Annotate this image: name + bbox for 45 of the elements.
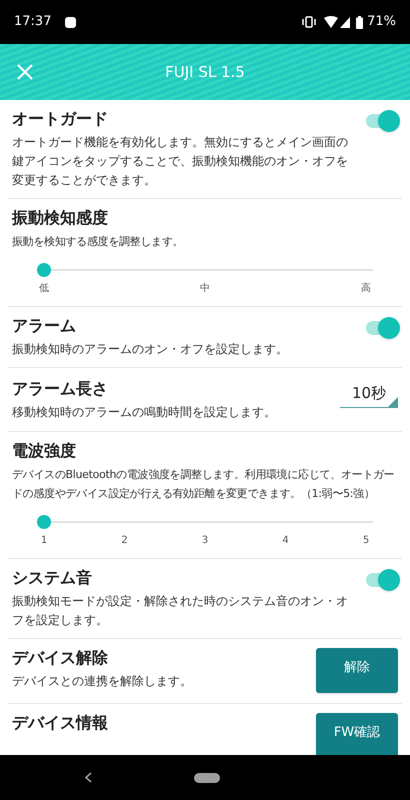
setting-title: アラーム長さ [12, 378, 109, 400]
setting-title: システム音 [12, 567, 93, 589]
slider-tick-label: 低 [38, 282, 50, 296]
slider-track[interactable] [37, 263, 373, 277]
header-title: FUJI SL 1.5 [164, 62, 246, 83]
setting-title: 電波強度 [12, 440, 77, 462]
setting-title: 振動検知感度 [12, 207, 109, 229]
setting-title: アラーム [12, 315, 77, 337]
setting-description: 振動検知時のアラームのオン・オフを設定します。 [12, 341, 289, 358]
back-icon [84, 772, 92, 783]
notification-icon [65, 16, 76, 28]
slider-tick-label: 1 [40, 534, 48, 548]
duration-dropdown[interactable]: 10秒 [340, 380, 398, 408]
slider-tick-label: 4 [281, 534, 290, 548]
home-button[interactable] [194, 772, 220, 782]
slider-thumb[interactable] [37, 515, 51, 529]
action-button[interactable]: FW確認 [316, 713, 398, 755]
toggle-switch[interactable] [364, 110, 400, 132]
setting-description: 移動検知時のアラームの鳴動時間を設定します。 [12, 404, 277, 421]
toggle-switch[interactable] [364, 317, 400, 339]
signal-icon [340, 16, 350, 28]
slider-tick-label: 5 [362, 534, 370, 548]
toggle-switch[interactable] [364, 569, 400, 591]
setting-description: デバイスのBluetoothの電波強度を調整します。利用環境に応じて、オートガードの感度やデバイス設定が行える有効距離を変更できます。（1:弱〜5:強） [12, 467, 396, 502]
battery-level: 71% [367, 13, 396, 32]
slider-tick-label: 中 [199, 282, 211, 296]
setting-title: オートガード [12, 108, 109, 130]
action-button[interactable]: 解除 [316, 648, 398, 693]
dropdown-corner-icon [388, 397, 398, 407]
wifi-icon [324, 16, 338, 28]
vibrate-icon [302, 16, 316, 28]
slider-thumb[interactable] [37, 263, 51, 277]
close-icon [16, 63, 34, 81]
setting-description: デバイスとの連携を解除します。 [12, 673, 193, 690]
setting-description: オートガード機能を有効化します。無効にするとメイン画面の鍵アイコンをタップすることで、振動検知機能のオン・オフを変更することができます。 [12, 134, 349, 189]
setting-title: デバイス情報 [12, 712, 109, 734]
slider-tick-label: 2 [120, 534, 129, 548]
status-time: 17:37 [14, 13, 52, 32]
setting-title: デバイス解除 [12, 647, 109, 669]
slider-tick-label: 高 [360, 282, 372, 296]
slider-tick-label: 3 [200, 534, 210, 548]
setting-description: 振動を検知する感度を調整します。 [12, 234, 184, 250]
slider-track[interactable] [37, 515, 373, 529]
battery-icon [356, 16, 364, 28]
setting-description: 振動検知モードが設定・解除された時のシステム音のオン・オフを設定します。 [12, 593, 349, 629]
